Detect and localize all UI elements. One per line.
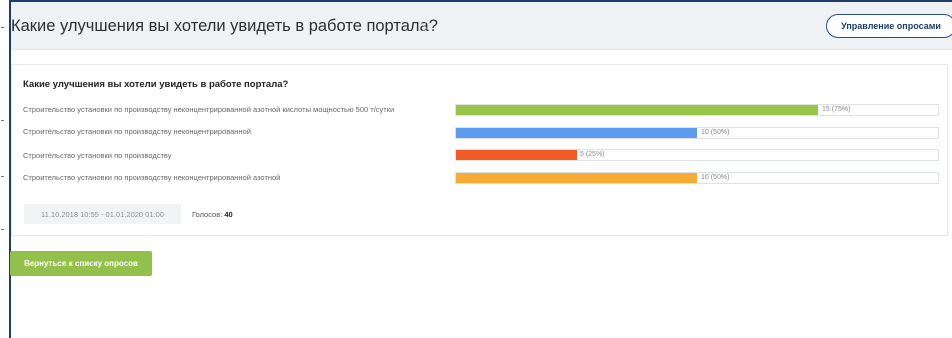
result-bar-fill	[456, 150, 577, 160]
answer-label: Строительство установки по производству …	[23, 105, 395, 114]
poll-question: Какие улучшения вы хотели увидеть в рабо…	[23, 79, 289, 90]
answer-label: Строительство установки по производству	[23, 151, 172, 160]
answer-label: Строительство установки по производству …	[23, 173, 281, 182]
page-header: Какие улучшения вы хотели увидеть в рабо…	[11, 2, 952, 50]
result-bar-track: 15 (75%)	[455, 104, 939, 116]
result-bar-track: 10 (50%)	[455, 172, 939, 184]
edge-mark	[1, 229, 4, 230]
edge-mark	[1, 120, 4, 121]
result-bar-value: 10 (50%)	[701, 174, 730, 181]
result-bar-track: 10 (50%)	[455, 127, 939, 139]
vote-count-value: 40	[224, 210, 233, 219]
back-to-polls-button[interactable]: Вернуться к списку опросов	[10, 251, 152, 276]
answer-label: Строительство установки по производству …	[23, 127, 251, 136]
result-bar-fill	[456, 128, 697, 138]
result-bar-value: 5 (25%)	[580, 151, 605, 158]
vote-count: Голосов: 40	[192, 210, 233, 219]
result-bar-track: 5 (25%)	[455, 149, 939, 161]
edge-mark	[1, 176, 4, 177]
result-bar-fill	[456, 105, 818, 115]
edge-mark	[1, 27, 4, 28]
vote-count-label: Голосов:	[192, 210, 223, 219]
page-title: Какие улучшения вы хотели увидеть в рабо…	[11, 17, 438, 35]
result-bar-value: 15 (75%)	[822, 106, 851, 113]
result-bar-value: 10 (50%)	[701, 129, 730, 136]
poll-date-range: 11.10.2018 10:55 - 01.01.2020 01:00	[24, 204, 181, 224]
manage-polls-button[interactable]: Управление опросами	[826, 14, 952, 38]
result-bar-fill	[456, 173, 697, 183]
poll-results-card: Какие улучшения вы хотели увидеть в рабо…	[11, 64, 948, 236]
star-icon[interactable]: ☆	[419, 16, 434, 36]
